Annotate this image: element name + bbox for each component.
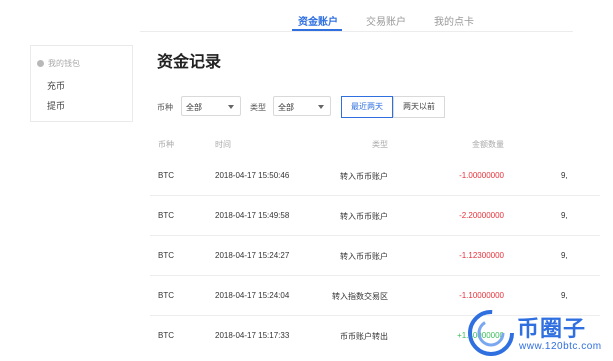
type-select[interactable]: 全部 (273, 96, 331, 116)
sidebar-group-label: 我的钱包 (48, 59, 80, 68)
sidebar: 我的钱包 充币 提币 (30, 45, 133, 122)
row-type: 币币账户转出 (340, 332, 388, 341)
wallet-icon (37, 60, 44, 67)
row-amount: -2.20000000 (459, 211, 504, 220)
watermark: 币圈子 www.120btc.com (463, 305, 613, 361)
row-coin: BTC (158, 291, 174, 300)
row-amount: -1.12300000 (459, 251, 504, 260)
type-select-value: 全部 (278, 103, 294, 112)
chevron-down-icon (228, 105, 234, 109)
row-coin: BTC (158, 171, 174, 180)
row-balance: 9, (561, 291, 568, 300)
before-two-days-button[interactable]: 两天以前 (393, 96, 445, 118)
recent-two-days-button[interactable]: 最近两天 (341, 96, 393, 118)
row-amount: -1.00000000 (459, 171, 504, 180)
row-type: 转入币币账户 (340, 212, 388, 221)
row-coin: BTC (158, 251, 174, 260)
row-amount: -1.10000000 (459, 291, 504, 300)
row-balance: 9, (561, 251, 568, 260)
header-time: 时间 (215, 140, 231, 149)
tab-point-card[interactable]: 我的点卡 (434, 13, 474, 28)
sidebar-group-wallet[interactable]: 我的钱包 (37, 58, 80, 69)
watermark-brand: 币圈子 (517, 316, 587, 341)
coin-select[interactable]: 全部 (181, 96, 241, 116)
coin-filter-label: 币种 (157, 103, 173, 112)
nav-divider (140, 31, 573, 32)
row-time: 2018-04-17 15:24:27 (215, 251, 290, 260)
page-title: 资金记录 (157, 54, 222, 71)
row-type: 转入指数交易区 (332, 292, 388, 301)
chevron-down-icon (318, 105, 324, 109)
row-type: 转入币币账户 (340, 172, 388, 181)
row-time: 2018-04-17 15:50:46 (215, 171, 290, 180)
row-balance: 9, (561, 211, 568, 220)
row-type: 转入币币账户 (340, 252, 388, 261)
row-time: 2018-04-17 15:49:58 (215, 211, 290, 220)
brand-logo-icon (468, 310, 514, 356)
table-row: BTC 2018-04-17 15:24:27 转入币币账户 -1.123000… (150, 236, 600, 276)
table-row: BTC 2018-04-17 15:50:46 转入币币账户 -1.000000… (150, 156, 600, 196)
sidebar-item-deposit[interactable]: 充币 (47, 79, 65, 92)
filter-bar: 币种 全部 类型 全部 最近两天 两天以前 (157, 96, 597, 118)
tab-trading-account[interactable]: 交易账户 (366, 13, 406, 28)
tab-funding-account[interactable]: 资金账户 (298, 13, 338, 28)
table-row: BTC 2018-04-17 15:49:58 转入币币账户 -2.200000… (150, 196, 600, 236)
top-nav: 资金账户 交易账户 我的点卡 (0, 0, 613, 32)
row-time: 2018-04-17 15:17:33 (215, 331, 290, 340)
type-filter-label: 类型 (250, 103, 266, 112)
sidebar-item-withdraw[interactable]: 提币 (47, 99, 65, 112)
header-type: 类型 (372, 140, 388, 149)
watermark-site: www.120btc.com (519, 341, 602, 352)
row-balance: 9, (561, 171, 568, 180)
row-coin: BTC (158, 211, 174, 220)
header-coin: 币种 (158, 140, 174, 149)
header-amount: 金额数量 (472, 140, 504, 149)
table-header: 币种 时间 类型 金额数量 (150, 132, 600, 156)
row-time: 2018-04-17 15:24:04 (215, 291, 290, 300)
row-coin: BTC (158, 331, 174, 340)
coin-select-value: 全部 (186, 103, 202, 112)
